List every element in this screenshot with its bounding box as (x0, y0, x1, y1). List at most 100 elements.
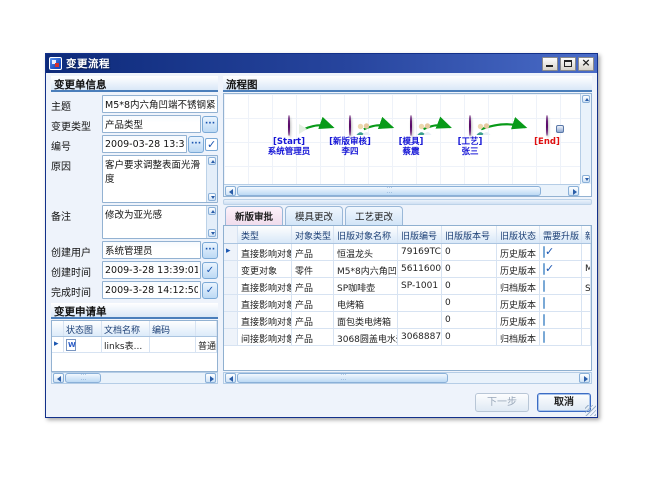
scroll-thumb[interactable] (65, 373, 101, 383)
upgrade-checkbox[interactable] (543, 263, 545, 275)
grid-row[interactable]: 直接影响对象 产品 恒温龙头 79169TC 0 历史版本 (224, 244, 591, 261)
number-picker-button[interactable] (188, 136, 204, 153)
subject-input[interactable] (102, 95, 218, 113)
col-object-type[interactable]: 对象类型 (292, 226, 334, 243)
flow-node-craft[interactable]: [工艺] 张三 (435, 116, 505, 157)
create-user-label: 创建用户 (51, 241, 102, 259)
grid-header-row: 类型 对象类型 旧版对象名称 旧版编号 旧版版本号 旧版状态 需要升版 新版 (224, 226, 591, 244)
finish-time-label: 完成时间 (51, 281, 102, 299)
flow-node-review[interactable]: [新版审核] 李四 (315, 116, 385, 157)
flowchart-hscrollbar[interactable] (224, 184, 580, 196)
code-column-header: 编码 (150, 321, 196, 336)
flow-node-start[interactable]: [Start] 系统管理员 (254, 116, 324, 157)
create-time-dropdown-button[interactable] (202, 262, 218, 279)
tab-craft-change[interactable]: 工艺更改 (345, 206, 403, 225)
maximize-button[interactable] (560, 57, 576, 71)
scroll-down-icon[interactable] (208, 229, 216, 237)
scroll-right-icon[interactable] (205, 373, 216, 383)
minimize-button[interactable] (542, 57, 558, 71)
scroll-left-icon[interactable] (53, 373, 64, 383)
remark-textarea[interactable]: 修改为亚光感 (103, 206, 217, 238)
cancel-button[interactable]: 取消 (537, 393, 591, 412)
footer-buttons: 下一步 取消 (475, 393, 591, 412)
grid-row[interactable]: 直接影响对象 产品 面包类电烤箱 0 历史版本 (224, 312, 591, 329)
doc-name-cell: links表... (102, 337, 150, 352)
col-old-version[interactable]: 旧版版本号 (442, 226, 497, 243)
grid-row[interactable]: 直接影响对象 产品 电烤箱 0 历史版本 (224, 295, 591, 312)
change-type-picker-button[interactable] (202, 116, 218, 133)
grid-hscrollbar[interactable] (223, 372, 592, 384)
extra-column-header (196, 321, 217, 336)
people-icon (355, 123, 372, 136)
reason-scrollbar[interactable] (206, 156, 217, 202)
scroll-right-icon[interactable] (568, 186, 579, 196)
create-user-input[interactable] (102, 241, 201, 259)
titlebar[interactable]: 变更流程 (46, 54, 597, 73)
word-doc-icon (66, 339, 76, 351)
request-table-row[interactable]: links表... 普通 (52, 337, 217, 353)
dialog-body: 变更单信息 主题 变更类型 编号 (46, 73, 597, 417)
upgrade-checkbox[interactable] (543, 297, 545, 309)
upgrade-checkbox[interactable] (543, 280, 545, 292)
scroll-up-icon[interactable] (208, 207, 216, 215)
number-label: 编号 (51, 135, 102, 153)
field-create-time: 创建时间 (51, 261, 218, 279)
start-node-icon (288, 115, 290, 136)
status-column-header: 状态图 (64, 321, 102, 336)
request-form-header: 变更申请单 (51, 303, 218, 319)
create-time-input[interactable] (102, 261, 201, 279)
scroll-left-icon[interactable] (225, 373, 236, 383)
upgrade-checkbox[interactable] (543, 314, 545, 326)
next-button[interactable]: 下一步 (475, 393, 529, 412)
desktop: 变更流程 变更单信息 主题 变更类型 (0, 0, 660, 477)
scroll-down-icon[interactable] (582, 175, 590, 183)
scroll-thumb[interactable] (237, 186, 541, 196)
stop-icon (556, 125, 564, 133)
grid-row[interactable]: 直接影响对象 产品 SP咖啡壶 SP-1001 0 归档版本 SP咖 (224, 278, 591, 295)
reason-textarea[interactable]: 客户要求调整表面光滑度 (103, 156, 217, 202)
upgrade-checkbox[interactable] (543, 331, 545, 343)
change-order-panel: 变更单信息 主题 变更类型 编号 (51, 76, 218, 384)
scroll-up-icon[interactable] (582, 95, 590, 103)
scroll-up-icon[interactable] (208, 157, 216, 165)
remark-label: 备注 (51, 205, 102, 223)
field-change-type: 变更类型 (51, 115, 218, 133)
close-button[interactable] (578, 57, 594, 71)
finish-time-input[interactable] (102, 281, 201, 299)
scroll-thumb[interactable] (237, 373, 448, 383)
flowchart-vscrollbar[interactable] (580, 94, 591, 184)
scroll-down-icon[interactable] (208, 193, 216, 201)
grid-row[interactable]: 变更对象 零件 M5*8内六角凹... 5611600 0 历史版本 M5*8 (224, 261, 591, 278)
col-new[interactable]: 新版 (582, 226, 591, 243)
col-old-name[interactable]: 旧版对象名称 (334, 226, 398, 243)
flow-node-end[interactable]: [End] (512, 116, 582, 147)
node-step-label: [新版审核] (315, 137, 385, 147)
people-node-icon (349, 115, 351, 136)
scroll-left-icon[interactable] (225, 186, 236, 196)
app-icon (49, 57, 62, 70)
number-checkbox[interactable] (205, 138, 218, 151)
finish-time-dropdown-button[interactable] (202, 282, 218, 299)
panel-splitter[interactable] (223, 199, 592, 205)
create-user-picker-button[interactable] (202, 242, 218, 259)
col-old-number[interactable]: 旧版编号 (398, 226, 442, 243)
tab-mold-change[interactable]: 模具更改 (285, 206, 343, 225)
number-input[interactable] (102, 135, 187, 153)
doc-column-header: 文档名称 (102, 321, 150, 336)
request-table-hscrollbar[interactable] (51, 372, 218, 384)
col-need-upgrade[interactable]: 需要升版 (540, 226, 582, 243)
col-old-status[interactable]: 旧版状态 (497, 226, 540, 243)
upgrade-checkbox[interactable] (543, 246, 545, 258)
scroll-right-icon[interactable] (579, 373, 590, 383)
row-selector-icon (224, 244, 238, 260)
remark-scrollbar[interactable] (206, 206, 217, 238)
people-node-icon (469, 115, 471, 136)
tab-new-version-approval[interactable]: 新版审批 (225, 206, 283, 225)
resize-grip[interactable] (585, 405, 596, 416)
change-type-input[interactable] (102, 115, 201, 133)
node-step-label: [Start] (254, 137, 324, 147)
flowchart[interactable]: [Start] 系统管理员 [新版审核] 李四 (223, 93, 592, 197)
reason-label: 原因 (51, 155, 102, 173)
col-type[interactable]: 类型 (238, 226, 292, 243)
grid-row[interactable]: 间接影响对象 产品 3068圆盖电水壶 3068887 0 归档版本 (224, 329, 591, 346)
